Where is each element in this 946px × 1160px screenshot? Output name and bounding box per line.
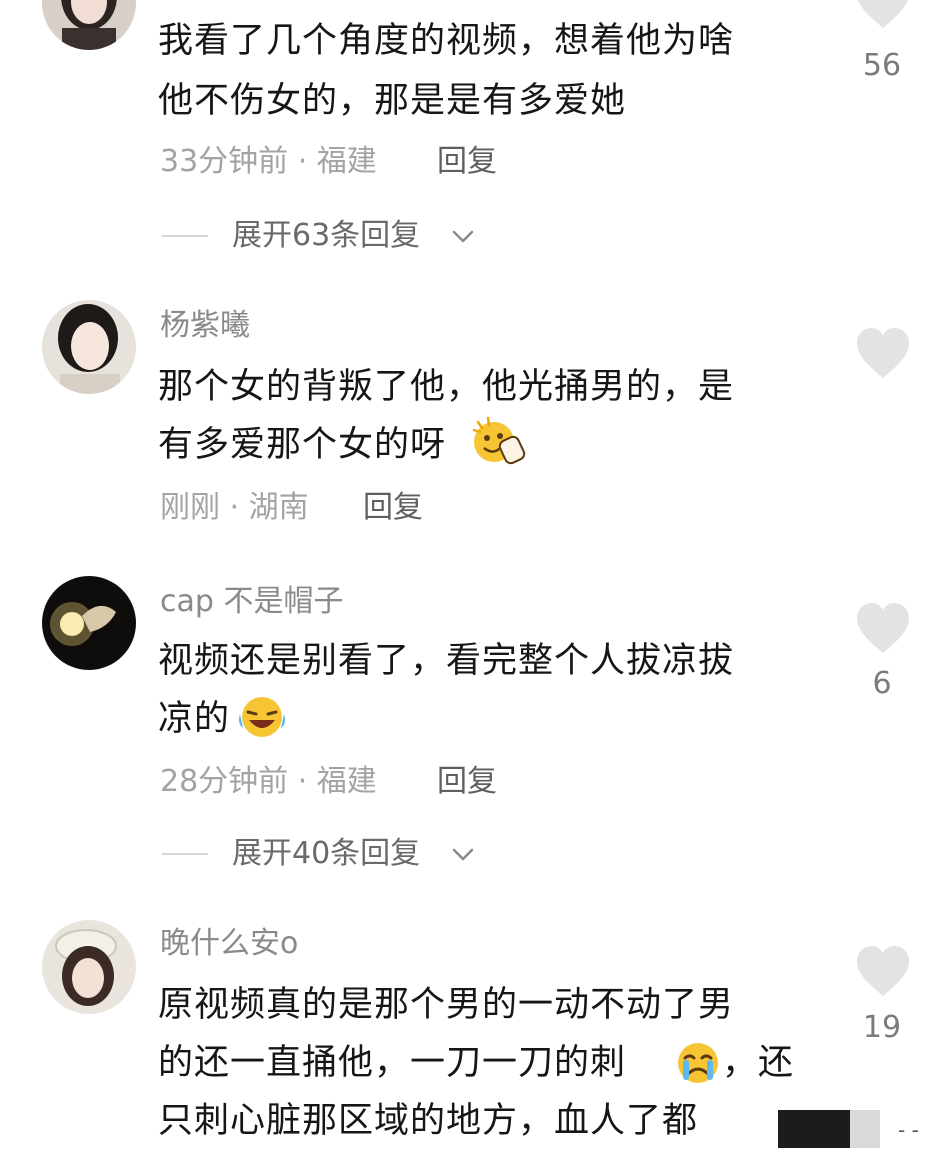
heart-icon[interactable] bbox=[855, 328, 911, 380]
username[interactable]: cap 不是帽子 bbox=[160, 582, 343, 622]
comment-list: 我看了几个角度的视频，想着他为啥 他不伤女的，那是是有多爱她 33分钟前 · 福… bbox=[0, 0, 946, 1160]
username[interactable]: 晚什么安o bbox=[160, 924, 298, 964]
comment-text-line: 原视频真的是那个男的一动不动了男 bbox=[158, 985, 735, 1025]
comment-text-line: 只刺心脏那区域的地方，血人了都 bbox=[158, 1101, 699, 1141]
crying-emoji-icon bbox=[678, 1043, 718, 1083]
like-count: 56 bbox=[862, 48, 902, 83]
avatar-woman-portrait-icon bbox=[42, 300, 136, 394]
comment-text-line-suffix: ，还 bbox=[722, 1043, 795, 1083]
avatar[interactable] bbox=[42, 300, 136, 394]
reply-button[interactable]: 回复 bbox=[437, 142, 497, 182]
comment-meta: 33分钟前 · 福建 bbox=[160, 144, 377, 179]
like-count: 6 bbox=[872, 666, 892, 701]
chevron-down-icon bbox=[452, 848, 474, 861]
expand-replies-label: 展开63条回复 bbox=[232, 218, 421, 253]
reply-button[interactable]: 回复 bbox=[437, 762, 497, 802]
divider-dash bbox=[162, 853, 208, 855]
laughing-tears-emoji-icon bbox=[239, 697, 285, 737]
heart-icon[interactable] bbox=[855, 603, 911, 655]
comment-meta: 刚刚 · 湖南 bbox=[160, 490, 309, 525]
username[interactable]: 杨紫曦 bbox=[160, 306, 250, 346]
expand-replies-label: 展开40条回复 bbox=[232, 836, 421, 871]
divider-dash bbox=[162, 235, 208, 237]
watermark-overlay bbox=[850, 1110, 880, 1148]
comment-text-line: 的还一直捅他，一刀一刀的刺 bbox=[158, 1043, 627, 1083]
avatar[interactable] bbox=[42, 576, 136, 670]
comment-text-line: 他不伤女的，那是是有多爱她 bbox=[158, 81, 627, 121]
avatar-girl-hat-icon bbox=[42, 920, 136, 1014]
comment-text-line: 视频还是别看了，看完整个人拔凉拔 bbox=[158, 641, 735, 681]
reply-button[interactable]: 回复 bbox=[363, 488, 423, 528]
clapping-emoji-icon bbox=[472, 416, 526, 465]
heart-icon[interactable] bbox=[855, 946, 911, 998]
watermark-overlay bbox=[778, 1110, 850, 1148]
watermark-mark: - - bbox=[898, 1118, 919, 1142]
like-count: 19 bbox=[862, 1010, 902, 1045]
comment-text-line: 我看了几个角度的视频，想着他为啥 bbox=[158, 21, 735, 61]
comment-text-line: 有多爱那个女的呀 bbox=[158, 425, 447, 465]
comment-text-line: 那个女的背叛了他，他光捅男的，是 bbox=[158, 367, 735, 407]
chevron-down-icon bbox=[452, 230, 474, 243]
comment-text-line: 凉的 bbox=[158, 699, 231, 739]
comment-meta: 28分钟前 · 福建 bbox=[160, 764, 377, 799]
avatar[interactable] bbox=[42, 920, 136, 1014]
avatar-hand-light-icon bbox=[42, 576, 136, 670]
heart-icon[interactable] bbox=[855, 0, 911, 30]
avatar-woman-portrait-icon bbox=[42, 0, 136, 50]
avatar[interactable] bbox=[42, 0, 136, 50]
